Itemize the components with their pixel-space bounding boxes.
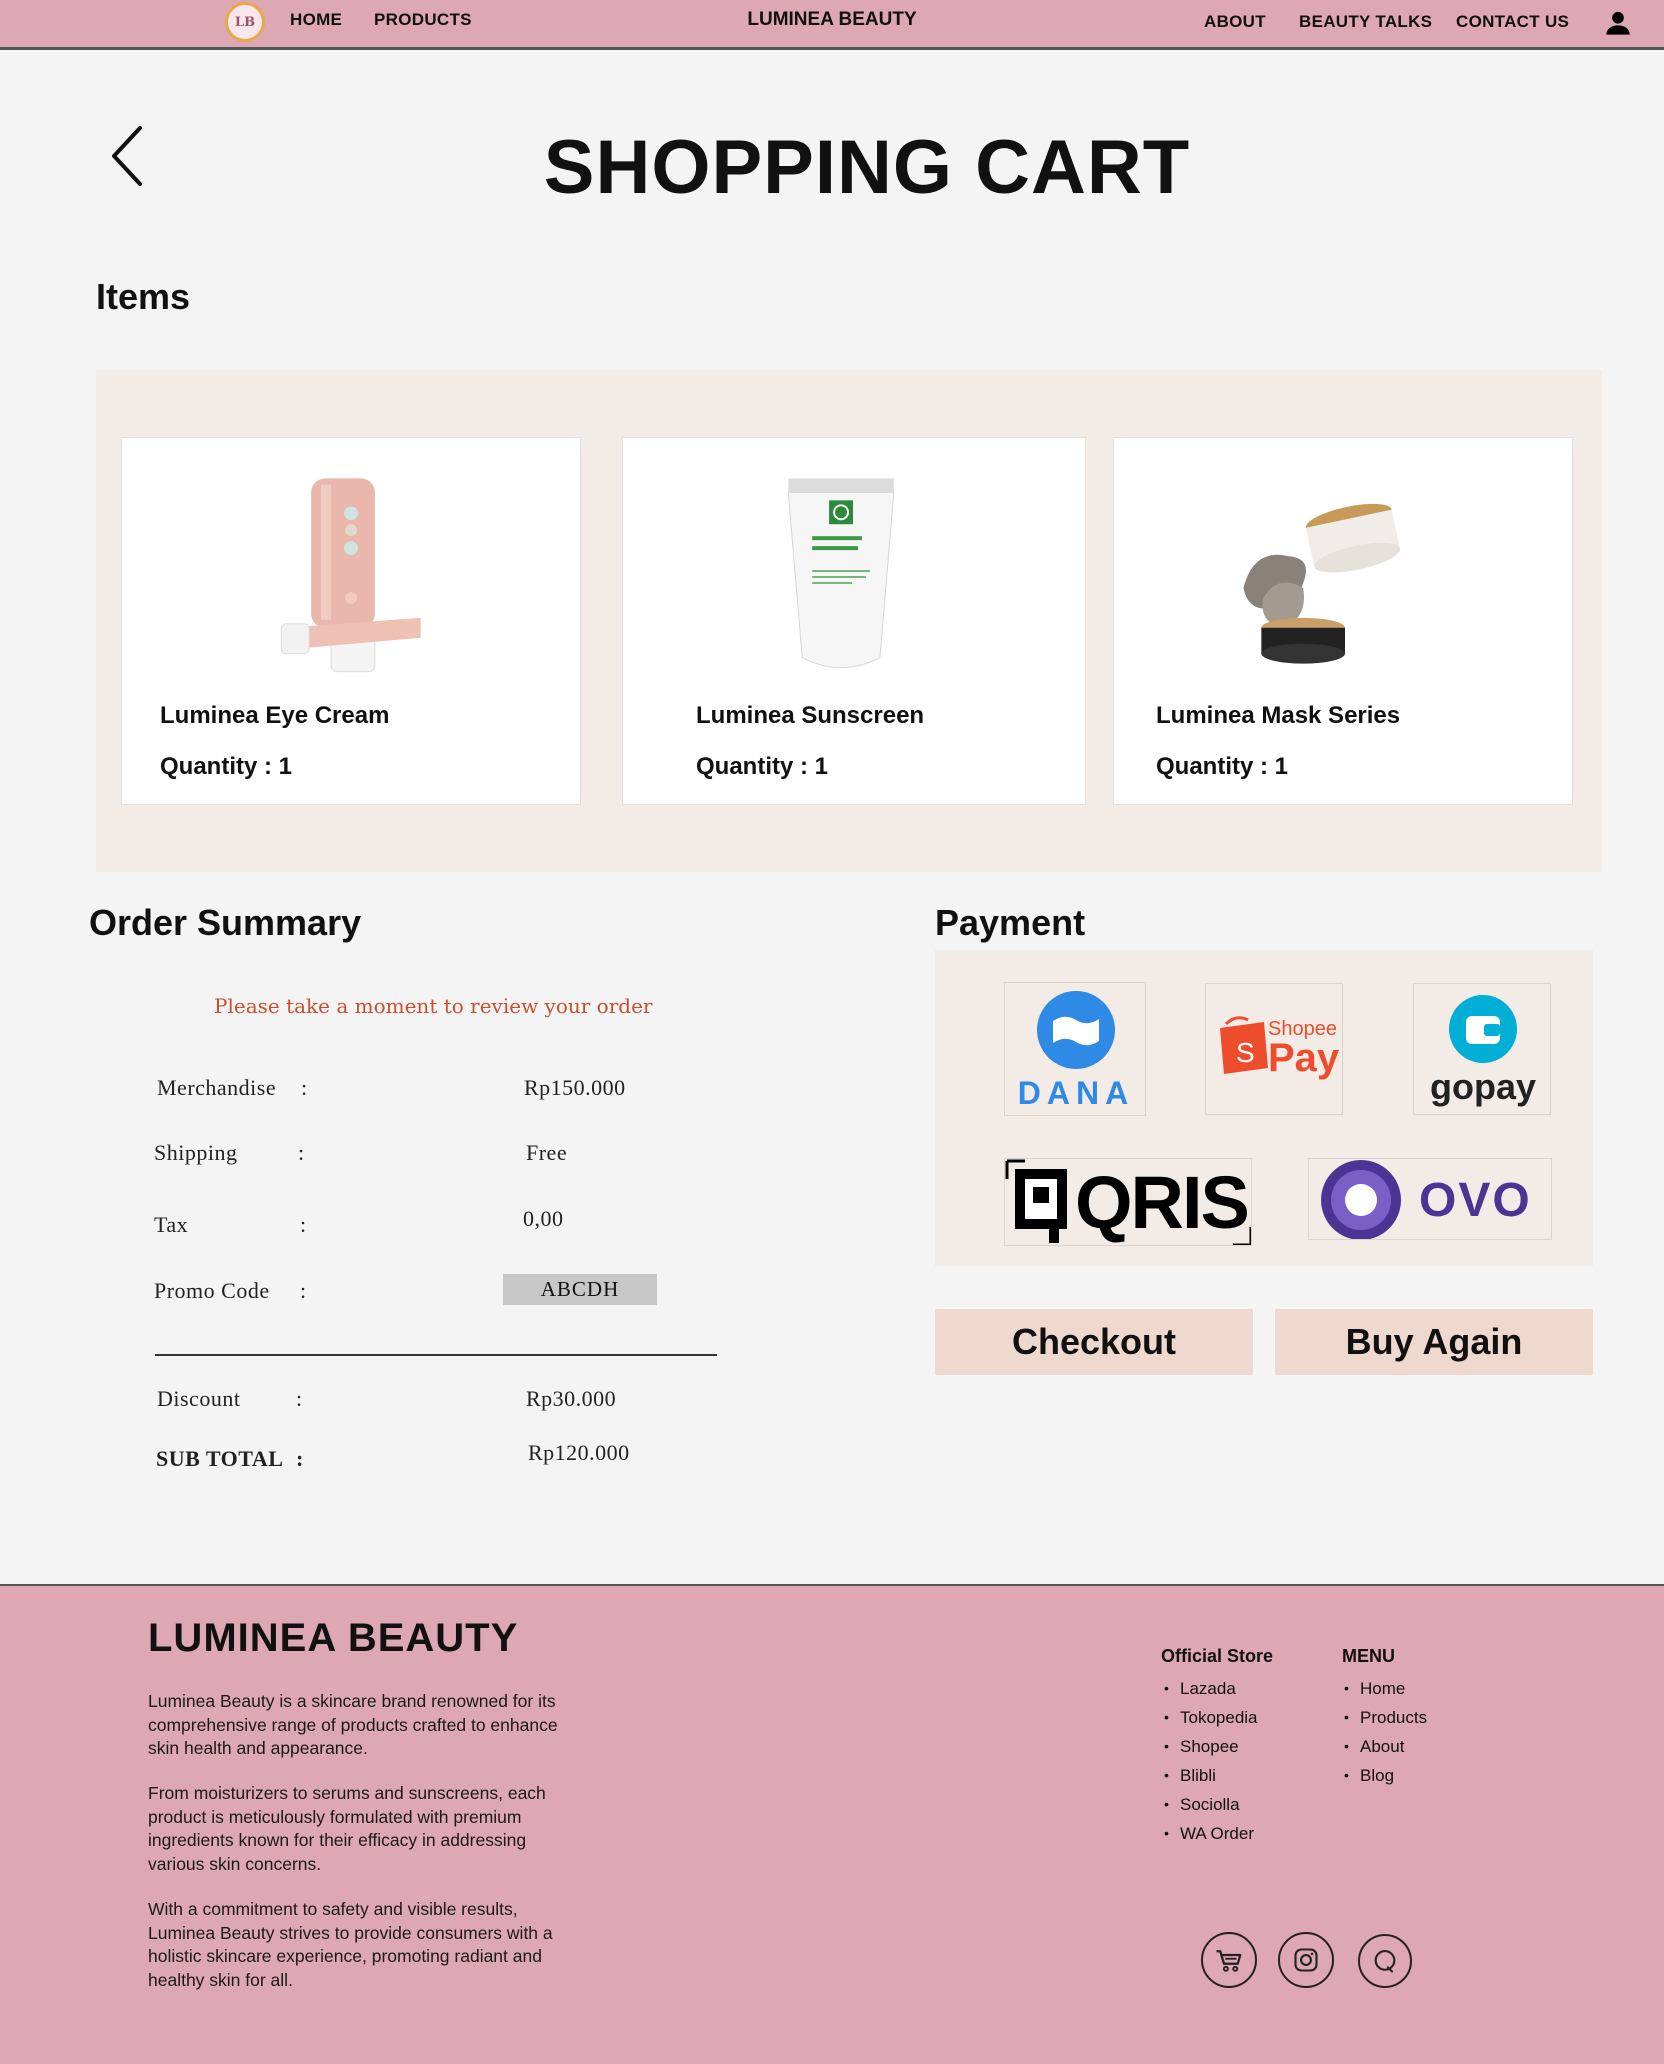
footer: LUMINEA BEAUTY Luminea Beauty is a skinc… [0,1584,1664,2064]
payment-methods-panel: DANA S Shopee Pay gopay QRIS OVO [935,950,1593,1266]
checkout-button[interactable]: Checkout [935,1309,1253,1375]
summary-colon: : [300,1212,307,1237]
summary-divider [155,1354,717,1356]
menu-heading: MENU [1342,1646,1395,1666]
store-link[interactable]: WA Order [1162,1819,1258,1848]
cart-items-panel: Luminea Eye Cream Quantity : 1 Luminea S… [96,370,1602,872]
tax-value: 0,00 [523,1206,564,1231]
discount-label: Discount [157,1386,241,1411]
summary-colon: : [296,1446,304,1471]
footer-about-paragraph-2: From moisturizers to serums and sunscree… [148,1783,546,1874]
subtotal-value: Rp120.000 [528,1440,630,1465]
shipping-value: Free [526,1140,568,1165]
nav-contact-link[interactable]: CONTACT US [1456,12,1569,32]
qris-payment-option[interactable]: QRIS [1004,1158,1252,1246]
subtotal-label: SUB TOTAL [156,1446,284,1471]
footer-menu-link[interactable]: Products [1342,1703,1427,1732]
mask-series-product-image [1243,503,1401,664]
ovo-payment-option[interactable]: OVO [1308,1158,1552,1240]
instagram-icon [1294,1948,1318,1972]
dana-label: DANA [1017,1075,1135,1111]
cart-item-card[interactable]: Luminea Mask Series Quantity : 1 [1113,437,1573,805]
summary-colon: : [296,1386,303,1411]
page-title: SHOPPING CART [543,125,1191,210]
nav-brand-title: LUMINEA BEAUTY [747,9,917,30]
review-order-note: Please take a moment to review your orde… [214,994,653,1018]
cart-icon [1216,1950,1242,1972]
ovo-label: OVO [1419,1174,1532,1227]
store-link[interactable]: Lazada [1162,1674,1258,1703]
cart-social-button[interactable] [1201,1932,1257,1988]
item-quantity: Quantity : 1 [1156,753,1289,780]
items-heading: Items [96,276,191,317]
qris-label: QRIS [1075,1161,1250,1244]
store-link[interactable]: Tokopedia [1162,1703,1258,1732]
nav-home-link[interactable]: HOME [290,10,342,30]
item-quantity: Quantity : 1 [160,753,293,780]
summary-colon: : [300,1278,307,1303]
store-link[interactable]: Blibli [1162,1761,1258,1790]
item-name: Luminea Sunscreen [696,702,925,729]
footer-menu-list: Home Products About Blog [1342,1674,1427,1790]
order-summary-heading: Order Summary [89,902,362,943]
shopeepay-payment-option[interactable]: S Shopee Pay [1205,983,1343,1115]
buy-again-button[interactable]: Buy Again [1275,1309,1593,1375]
nav-beauty-talks-link[interactable]: BEAUTY TALKS [1299,12,1432,32]
item-quantity: Quantity : 1 [696,753,829,780]
whatsapp-social-button[interactable] [1358,1934,1412,1988]
cart-item-card[interactable]: Luminea Eye Cream Quantity : 1 [121,437,581,805]
footer-about-paragraph-3: With a commitment to safety and visible … [148,1899,553,1990]
summary-colon: : [298,1140,305,1165]
tax-label: Tax [154,1212,189,1237]
promo-code-field[interactable]: ABCDH [503,1274,657,1305]
summary-colon: : [301,1075,308,1100]
sunscreen-product-image [787,478,895,669]
footer-about-paragraph-1: Luminea Beauty is a skincare brand renow… [148,1691,558,1758]
shipping-label: Shipping [154,1140,238,1165]
cart-item-card[interactable]: Luminea Sunscreen Quantity : 1 [622,437,1086,805]
item-name: Luminea Eye Cream [160,702,390,729]
footer-menu-link[interactable]: About [1342,1732,1427,1761]
footer-menu-link[interactable]: Home [1342,1674,1427,1703]
shopeepay-label-bottom: Pay [1268,1036,1340,1080]
brand-logo-text: LB [234,14,256,30]
gopay-payment-option[interactable]: gopay [1413,983,1551,1115]
footer-brand-title: LUMINEA BEAUTY [148,1616,519,1660]
svg-text:S: S [1236,1037,1255,1068]
discount-value: Rp30.000 [526,1386,617,1411]
top-navbar: LB HOME PRODUCTS LUMINEA BEAUTY ABOUT BE… [0,0,1664,50]
payment-heading: Payment [935,902,1086,943]
dana-payment-option[interactable]: DANA [1004,982,1146,1116]
official-store-heading: Official Store [1161,1646,1274,1666]
user-icon[interactable] [1604,9,1632,37]
store-link[interactable]: Sociolla [1162,1790,1258,1819]
nav-products-link[interactable]: PRODUCTS [374,10,472,30]
whatsapp-icon [1374,1950,1396,1973]
instagram-social-button[interactable] [1278,1932,1334,1988]
merchandise-value: Rp150.000 [524,1075,626,1100]
item-name: Luminea Mask Series [1156,702,1401,729]
official-store-list: Lazada Tokopedia Shopee Blibli Sociolla … [1162,1674,1258,1848]
store-link[interactable]: Shopee [1162,1732,1258,1761]
gopay-label: gopay [1429,1066,1536,1107]
eye-cream-product-image [280,478,421,673]
promo-code-label: Promo Code [154,1278,270,1303]
brand-logo[interactable]: LB [225,2,265,42]
merchandise-label: Merchandise [157,1075,277,1100]
nav-about-link[interactable]: ABOUT [1204,12,1266,32]
footer-menu-link[interactable]: Blog [1342,1761,1427,1790]
